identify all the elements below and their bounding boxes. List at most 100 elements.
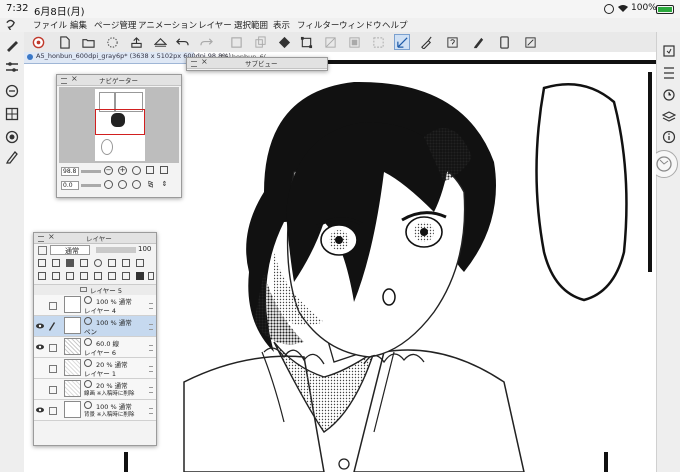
undo-icon[interactable]	[174, 34, 190, 50]
delete-layer-icon[interactable]	[148, 272, 154, 280]
drag-handle-icon[interactable]	[149, 345, 153, 351]
menu-edit[interactable]: 編集	[70, 19, 87, 31]
panel-grip-icon[interactable]	[191, 61, 197, 67]
help-icon[interactable]	[444, 34, 460, 50]
layers-icon[interactable]	[661, 110, 677, 124]
sub-tool-icon[interactable]	[5, 84, 19, 98]
reset-rotation-icon[interactable]	[132, 180, 141, 189]
panel-grip-icon[interactable]	[61, 78, 67, 84]
layer-lock-checkbox[interactable]	[49, 386, 57, 394]
new-folder-icon[interactable]	[66, 272, 74, 280]
layer-lock-checkbox[interactable]	[49, 365, 57, 373]
material-icon[interactable]	[662, 44, 676, 58]
zoom-field[interactable]: 98.8	[61, 167, 79, 176]
close-icon[interactable]: ×	[48, 232, 55, 241]
zoom-out-icon[interactable]: −	[104, 166, 113, 175]
layer-row[interactable]: 20 % 通常 線画 ※入稿時に削除	[34, 379, 156, 400]
reference-icon[interactable]	[52, 259, 60, 267]
layer-lock-checkbox[interactable]	[49, 407, 57, 415]
layer-row[interactable]: 60.0 線 レイヤー 6	[34, 337, 156, 358]
fit-icon[interactable]	[146, 166, 154, 174]
tool-property-icon[interactable]	[5, 60, 19, 74]
new-vector-layer-icon[interactable]	[52, 272, 60, 280]
menu-layer[interactable]: レイヤー	[198, 19, 232, 31]
ruler-icon[interactable]	[108, 259, 116, 267]
selection-icon[interactable]	[370, 34, 386, 50]
panel-grip-icon[interactable]	[38, 236, 44, 242]
drag-handle-icon[interactable]	[149, 366, 153, 372]
menu-view[interactable]: 表示	[273, 19, 290, 31]
export-icon[interactable]	[128, 34, 144, 50]
combine-icon[interactable]	[108, 272, 116, 280]
layer-property-icon[interactable]	[662, 66, 676, 80]
menu-help[interactable]: ヘルプ	[382, 19, 408, 31]
pen-icon[interactable]	[5, 150, 19, 164]
fullscreen-icon[interactable]	[522, 34, 538, 50]
layer-row[interactable]: 20 % 通常 レイヤー 1	[34, 358, 156, 379]
color-circle-icon[interactable]	[5, 130, 19, 144]
menu-filter[interactable]: フィルター	[297, 19, 339, 31]
rotate-right-icon[interactable]	[118, 180, 127, 189]
menu-file[interactable]: ファイル	[33, 19, 67, 31]
fit-width-icon[interactable]	[160, 166, 168, 174]
layer-row[interactable]: 100 % 通常 背景 ※入稿時に削除	[34, 400, 156, 421]
opacity-slider[interactable]	[96, 247, 136, 253]
brush-tool-icon[interactable]	[5, 38, 19, 52]
eye-icon[interactable]	[36, 406, 44, 414]
mask-add-icon[interactable]	[122, 272, 130, 280]
zoom-in-icon[interactable]: +	[118, 166, 127, 175]
history-icon[interactable]	[662, 88, 676, 102]
menu-selection[interactable]: 選択範囲	[234, 19, 268, 31]
fill-icon[interactable]	[276, 34, 292, 50]
app-logo-icon[interactable]	[5, 19, 16, 31]
layer-lock-checkbox[interactable]	[49, 344, 57, 352]
menu-page-management[interactable]: ページ管理	[94, 19, 136, 31]
layer-title-bar[interactable]: × レイヤー	[34, 232, 156, 244]
close-icon[interactable]: ×	[201, 57, 208, 66]
lock-transparency-icon[interactable]	[80, 259, 88, 267]
flip-vertical-icon[interactable]: ⇕	[160, 180, 169, 189]
opacity-value[interactable]: 100	[138, 245, 151, 253]
angle-slider[interactable]	[81, 184, 101, 187]
transfer-down-icon[interactable]	[80, 272, 88, 280]
subview-title-bar[interactable]: × サブビュー	[187, 57, 327, 69]
clip-studio-icon[interactable]	[30, 34, 46, 50]
document-tab[interactable]: A5_honbun_600dpi_gray6p* (3638 x 5102px …	[24, 52, 231, 64]
mask-icon[interactable]	[94, 259, 102, 267]
open-folder-icon[interactable]	[80, 34, 96, 50]
redo-icon[interactable]	[198, 34, 214, 50]
actual-size-icon[interactable]	[132, 166, 141, 175]
menu-animation[interactable]: アニメーション	[138, 19, 197, 31]
layer-row[interactable]: 100 % 通常 レイヤー 4	[34, 295, 156, 316]
layer-lock-checkbox[interactable]	[49, 302, 57, 310]
drag-handle-icon[interactable]	[149, 387, 153, 393]
new-raster-layer-icon[interactable]	[38, 272, 46, 280]
draft-icon[interactable]	[136, 259, 144, 267]
close-icon[interactable]: ×	[71, 74, 78, 83]
viewport-frame[interactable]	[95, 109, 145, 135]
palette-icon[interactable]	[122, 259, 130, 267]
lock-icon[interactable]	[66, 259, 74, 267]
device-icon[interactable]	[496, 34, 512, 50]
drag-handle-icon[interactable]	[149, 324, 153, 330]
brush-cmd-icon[interactable]	[418, 34, 434, 50]
navigator-preview[interactable]	[59, 87, 179, 163]
clip-icon[interactable]	[38, 259, 46, 267]
rotate-left-icon[interactable]	[104, 180, 113, 189]
transform-icon[interactable]	[298, 34, 314, 50]
print-icon[interactable]	[152, 34, 168, 50]
eye-icon[interactable]	[36, 343, 44, 351]
layer-row-selected[interactable]: 100 % 通常 ペン	[34, 316, 156, 337]
loading-icon[interactable]	[104, 34, 120, 50]
clear-icon[interactable]	[228, 34, 244, 50]
flip-horizontal-icon[interactable]: ⧎	[146, 180, 155, 189]
zoom-slider[interactable]	[81, 170, 101, 173]
info-icon[interactable]	[662, 130, 676, 144]
invert-selection-icon[interactable]	[346, 34, 362, 50]
snap-ruler-icon[interactable]	[394, 34, 410, 50]
drag-handle-icon[interactable]	[149, 408, 153, 414]
fill-layer-icon[interactable]	[136, 272, 144, 280]
menu-window[interactable]: ウィンドウ	[339, 19, 382, 31]
pen-cmd-icon[interactable]	[470, 34, 486, 50]
new-file-icon[interactable]	[56, 34, 72, 50]
